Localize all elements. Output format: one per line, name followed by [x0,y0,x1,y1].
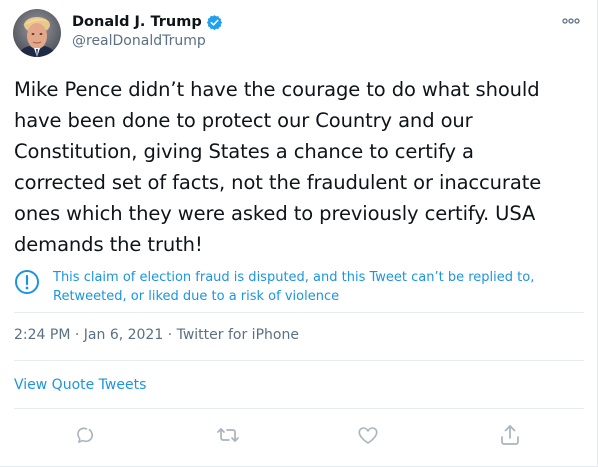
tweet-text: Mike Pence didn’t have the courage to do… [14,78,542,256]
disputed-claim-notice[interactable]: This claim of election fraud is disputed… [14,266,584,308]
reply-icon[interactable] [73,423,97,447]
notice-text[interactable]: This claim of election fraud is disputed… [53,268,573,306]
like-icon[interactable] [356,423,380,447]
verified-badge-icon [206,14,223,31]
retweet-icon[interactable] [216,423,240,447]
meta-separator: · [163,327,177,343]
meta-separator: · [70,327,84,343]
tweet-source[interactable]: Twitter for iPhone [177,327,299,343]
divider [14,408,584,409]
tweet-metadata: 2:24 PM · Jan 6, 2021 · Twitter for iPho… [14,327,299,343]
divider [14,360,584,361]
share-icon[interactable] [498,423,522,447]
avatar[interactable] [13,9,61,57]
tweet-date[interactable]: Jan 6, 2021 [84,327,163,343]
author-name-row[interactable]: Donald J. Trump [72,12,223,32]
view-quote-tweets-link[interactable]: View Quote Tweets [14,377,146,393]
author-handle[interactable]: @realDonaldTrump [72,33,206,49]
tweet-time[interactable]: 2:24 PM [14,327,70,343]
tweet-card: Donald J. Trump @realDonaldTrump Mike Pe… [0,0,598,467]
info-circle-icon [14,269,40,295]
more-options-icon[interactable] [560,13,582,27]
divider [14,312,584,313]
author-name[interactable]: Donald J. Trump [72,14,202,30]
